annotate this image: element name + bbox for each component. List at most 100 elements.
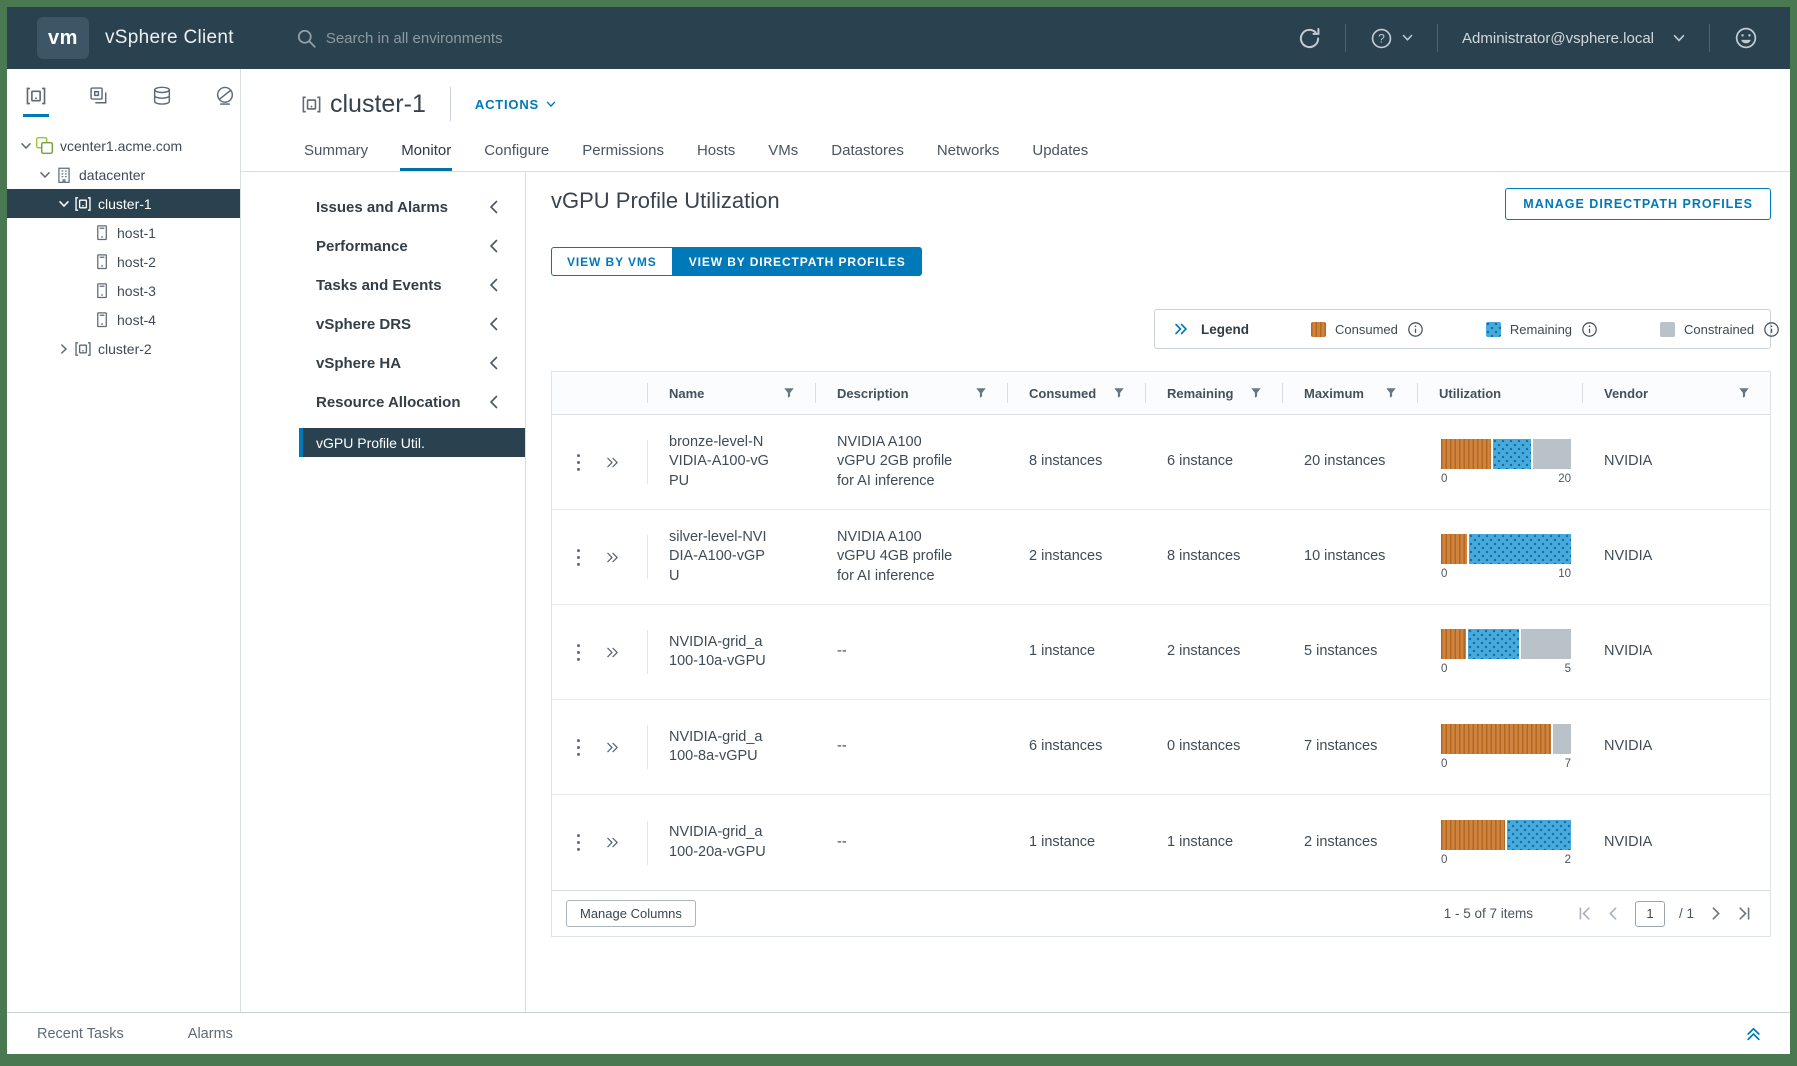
first-page-icon[interactable] bbox=[1577, 906, 1592, 921]
row-expand-icon[interactable] bbox=[605, 836, 620, 849]
chevron-left-icon bbox=[488, 238, 499, 254]
sidebar-tab-storage[interactable] bbox=[147, 85, 177, 117]
consumed-cell-text: 2 instances bbox=[1029, 548, 1102, 564]
row-expand-icon[interactable] bbox=[605, 646, 620, 659]
chevron-down-icon[interactable] bbox=[17, 140, 34, 152]
consumed-cell-text: 8 instances bbox=[1029, 453, 1102, 469]
column-header-label: Description bbox=[837, 386, 909, 401]
column-header-consumed[interactable]: Consumed bbox=[1007, 372, 1145, 414]
tree-item-host-1[interactable]: host-1 bbox=[7, 218, 240, 247]
bottom-bar-recent-tasks[interactable]: Recent Tasks bbox=[37, 1026, 124, 1042]
info-icon[interactable] bbox=[1763, 321, 1780, 338]
info-icon[interactable] bbox=[1581, 321, 1598, 338]
scale-min: 0 bbox=[1441, 473, 1447, 485]
filter-icon[interactable] bbox=[783, 387, 795, 399]
filter-icon[interactable] bbox=[975, 387, 987, 399]
info-icon[interactable] bbox=[1407, 321, 1424, 338]
expand-panel-icon[interactable] bbox=[1745, 1025, 1762, 1042]
vendor-cell-text: NVIDIA bbox=[1604, 548, 1652, 564]
refresh-icon[interactable] bbox=[1298, 27, 1321, 50]
row-expand-icon[interactable] bbox=[605, 741, 620, 754]
row-menu-kebab-icon[interactable] bbox=[576, 833, 581, 852]
feedback-smiley-icon[interactable] bbox=[1734, 26, 1758, 50]
filter-icon[interactable] bbox=[1385, 387, 1397, 399]
subnav-item-tasks-and-events[interactable]: Tasks and Events bbox=[241, 272, 525, 298]
maximum-cell-text: 5 instances bbox=[1304, 643, 1377, 659]
table-body: bronze-level-N VIDIA-A100-vG PUNVIDIA A1… bbox=[552, 415, 1770, 890]
tree-item-vcenter1-acme-com[interactable]: vcenter1.acme.com bbox=[7, 131, 240, 160]
tree-item-host-4[interactable]: host-4 bbox=[7, 305, 240, 334]
column-header-name[interactable]: Name bbox=[647, 372, 815, 414]
filter-icon[interactable] bbox=[1250, 387, 1262, 399]
divider bbox=[1437, 24, 1438, 52]
tab-updates[interactable]: Updates bbox=[1031, 133, 1089, 171]
tab-datastores[interactable]: Datastores bbox=[830, 133, 905, 171]
subnav-item-vgpu-profile-util[interactable]: vGPU Profile Util. bbox=[299, 428, 525, 457]
sidebar-tab-hosts-and-clusters[interactable] bbox=[21, 85, 51, 117]
row-menu-kebab-icon[interactable] bbox=[576, 643, 581, 662]
tab-vms[interactable]: VMs bbox=[767, 133, 799, 171]
actions-menu-button[interactable]: ACTIONS bbox=[475, 97, 556, 112]
tree-item-cluster-1[interactable]: cluster-1 bbox=[7, 189, 240, 218]
help-menu[interactable]: ? bbox=[1370, 27, 1413, 50]
util-segment-remaining bbox=[1469, 534, 1571, 564]
vcenter-icon bbox=[34, 136, 55, 155]
next-page-icon[interactable] bbox=[1708, 906, 1723, 921]
manage-columns-button[interactable]: Manage Columns bbox=[566, 900, 696, 927]
host-icon bbox=[91, 253, 112, 270]
util-segment-consumed bbox=[1441, 724, 1551, 754]
chevron-right-icon[interactable] bbox=[55, 343, 72, 355]
row-expand-icon[interactable] bbox=[605, 551, 620, 564]
bottom-bar-alarms[interactable]: Alarms bbox=[188, 1026, 233, 1042]
manage-directpath-profiles-button[interactable]: MANAGE DIRECTPATH PROFILES bbox=[1505, 188, 1771, 220]
row-expand-icon[interactable] bbox=[605, 456, 620, 469]
subnav-item-issues-and-alarms[interactable]: Issues and Alarms bbox=[241, 194, 525, 220]
utilization-cell: 05 bbox=[1417, 629, 1582, 675]
tab-summary[interactable]: Summary bbox=[303, 133, 369, 171]
column-header-description[interactable]: Description bbox=[815, 372, 1007, 414]
utilization-cell: 02 bbox=[1417, 820, 1582, 866]
tab-hosts[interactable]: Hosts bbox=[696, 133, 736, 171]
consumed-cell: 2 instances bbox=[1007, 547, 1145, 566]
tab-configure[interactable]: Configure bbox=[483, 133, 550, 171]
previous-page-icon[interactable] bbox=[1606, 906, 1621, 921]
search-input[interactable] bbox=[326, 30, 646, 47]
chevron-down-icon[interactable] bbox=[36, 169, 53, 181]
tree-item-cluster-2[interactable]: cluster-2 bbox=[7, 334, 240, 363]
tab-permissions[interactable]: Permissions bbox=[581, 133, 665, 171]
description-cell: NVIDIA A100 vGPU 4GB profile for AI infe… bbox=[815, 528, 1007, 585]
sidebar-tab-vms-and-templates[interactable] bbox=[84, 85, 114, 117]
chevron-down-icon[interactable] bbox=[55, 198, 72, 210]
view-by-vms-button[interactable]: VIEW BY VMS bbox=[551, 247, 673, 276]
divider bbox=[1709, 24, 1710, 52]
row-menu-kebab-icon[interactable] bbox=[576, 548, 581, 567]
column-header-vendor[interactable]: Vendor bbox=[1582, 372, 1770, 414]
row-menu-kebab-icon[interactable] bbox=[576, 738, 581, 757]
tree-item-host-3[interactable]: host-3 bbox=[7, 276, 240, 305]
subnav-item-performance[interactable]: Performance bbox=[241, 233, 525, 259]
subnav-item-vsphere-ha[interactable]: vSphere HA bbox=[241, 350, 525, 376]
user-menu[interactable]: Administrator@vsphere.local bbox=[1462, 30, 1685, 47]
tree-item-host-2[interactable]: host-2 bbox=[7, 247, 240, 276]
page-number-input[interactable] bbox=[1635, 901, 1665, 927]
tab-monitor[interactable]: Monitor bbox=[400, 133, 452, 171]
column-header-utilization[interactable]: Utilization bbox=[1417, 372, 1582, 414]
name-cell: silver-level-NVI DIA-A100-vGP U bbox=[647, 510, 815, 604]
subnav-item-resource-allocation[interactable]: Resource Allocation bbox=[241, 389, 525, 415]
utilization-scale: 05 bbox=[1441, 663, 1571, 675]
subnav-item-label: vSphere DRS bbox=[316, 316, 411, 333]
tree-item-datacenter[interactable]: datacenter bbox=[7, 160, 240, 189]
view-by-directpath-profiles-button[interactable]: VIEW BY DIRECTPATH PROFILES bbox=[673, 247, 922, 276]
last-page-icon[interactable] bbox=[1737, 906, 1752, 921]
column-header-maximum[interactable]: Maximum bbox=[1282, 372, 1417, 414]
filter-icon[interactable] bbox=[1738, 387, 1750, 399]
sidebar-tab-networking[interactable] bbox=[210, 85, 240, 117]
row-menu-kebab-icon[interactable] bbox=[576, 453, 581, 472]
subnav-item-vsphere-drs[interactable]: vSphere DRS bbox=[241, 311, 525, 337]
inventory-tree: vcenter1.acme.comdatacentercluster-1host… bbox=[7, 131, 240, 363]
chevron-left-icon bbox=[488, 355, 499, 371]
tab-networks[interactable]: Networks bbox=[936, 133, 1001, 171]
legend-expand-icon[interactable] bbox=[1173, 322, 1189, 336]
filter-icon[interactable] bbox=[1113, 387, 1125, 399]
column-header-remaining[interactable]: Remaining bbox=[1145, 372, 1282, 414]
